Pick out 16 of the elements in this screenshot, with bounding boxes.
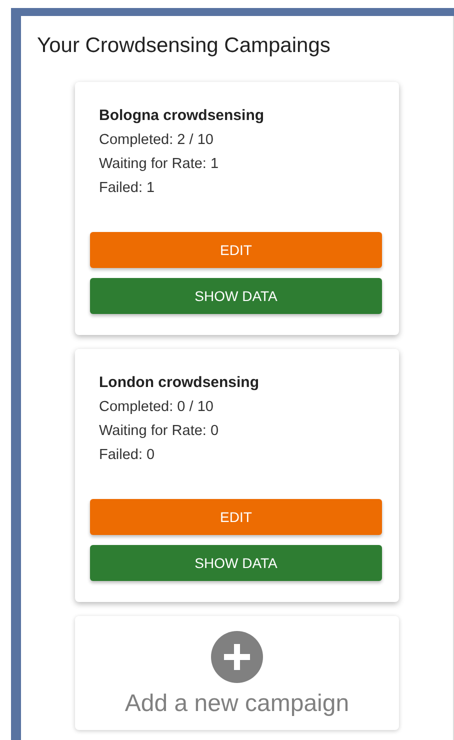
campaign-stat: Waiting for Rate: 0 [99, 422, 220, 441]
edit-button[interactable]: EDIT [90, 232, 382, 268]
campaign-stat: Completed: 0 / 10 [99, 398, 214, 417]
campaign-stat: Waiting for Rate: 1 [99, 155, 220, 174]
show-data-button[interactable]: SHOW DATA [90, 278, 382, 314]
edit-button[interactable]: EDIT [90, 499, 382, 535]
campaign-name: London crowdsensing [99, 373, 260, 393]
campaign-stat: Failed: 1 [99, 179, 156, 198]
campaign-stat: Completed: 2 / 10 [99, 131, 214, 150]
campaign-name: Bologna crowdsensing [99, 106, 266, 126]
add-icon[interactable] [211, 631, 263, 683]
page-title: Your Crowdsensing Campaings [37, 33, 330, 59]
show-data-button[interactable]: SHOW DATA [90, 545, 382, 581]
campaign-stat: Failed: 0 [99, 446, 156, 465]
add-campaign-label: Add a new campaign [124, 689, 350, 719]
add-campaign-card[interactable]: Add a new campaign [75, 616, 399, 730]
